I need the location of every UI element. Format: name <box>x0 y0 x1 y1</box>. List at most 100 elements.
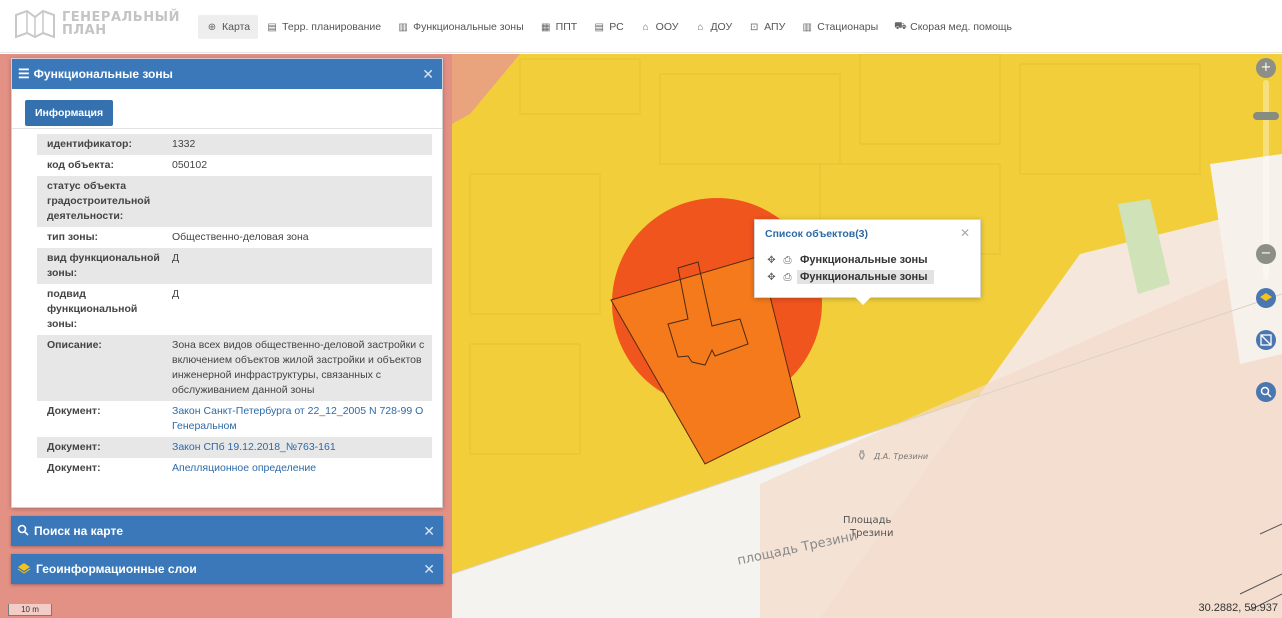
nav-item-label: Карта <box>222 21 251 33</box>
square-label-line1: Площадь <box>843 515 892 526</box>
globe-icon: ⊕ <box>207 21 217 33</box>
nav-item[interactable]: ▥ Функциональные зоны <box>389 15 532 39</box>
nav-item-label: Стационары <box>817 21 879 33</box>
attribute-value: 1332 <box>162 134 432 155</box>
layers-button[interactable] <box>1256 288 1276 308</box>
list-icon: ▤ <box>594 21 604 33</box>
attribute-key: вид функциональной зоны: <box>37 248 162 284</box>
move-icon[interactable]: ✥ <box>765 255 778 266</box>
attribute-key: тип зоны: <box>47 231 99 243</box>
popup-item-label[interactable]: Функциональные зоны <box>797 253 934 267</box>
popup-item-highlighted[interactable]: ✥ ⎙ Функциональные зоны <box>765 269 934 285</box>
nav-item[interactable]: ⌂ ДОУ <box>686 15 740 39</box>
kindergarten-icon: ⌂ <box>697 21 704 33</box>
map-scale: 10 m <box>8 604 52 616</box>
table-row: код объекта: 050102 <box>37 155 432 176</box>
nav-item-label: Скорая мед. помощь <box>910 21 1013 33</box>
nav-item-label: ООУ <box>655 21 679 33</box>
zoom-slider-handle[interactable] <box>1253 112 1279 120</box>
layers-panel-title: Геоинформационные слои <box>36 562 197 576</box>
attribute-value: Зона всех видов общественно-деловой заст… <box>162 335 432 401</box>
attribute-value: Закон СПб 19.12.2018_№763-161 <box>162 437 432 458</box>
clinic-icon: ⊡ <box>749 21 759 33</box>
logo[interactable]: ГЕНЕРАЛЬНЫЙ ПЛАН <box>14 9 180 39</box>
layers-panel-header[interactable]: Геоинформационные слои ✕ <box>11 554 443 584</box>
table-row: Документ: Апелляционное определение <box>37 458 432 479</box>
nav-item[interactable]: ▤ Терр. планирование <box>258 15 389 39</box>
attribute-value: 050102 <box>172 159 208 171</box>
zoom-out-button[interactable]: − <box>1256 244 1276 264</box>
attribute-key: Документ: <box>37 437 162 458</box>
nav-item[interactable]: ▥ Стационары <box>793 15 886 39</box>
ambulance-icon: ⛟ <box>894 20 907 32</box>
popup-item[interactable]: ✥ ⎙ Функциональные зоны <box>765 252 934 268</box>
print-icon[interactable]: ⎙ <box>781 272 794 283</box>
attribute-key: Описание: <box>37 335 162 401</box>
attribute-value: Апелляционное определение <box>162 458 432 479</box>
panel-title: Функциональные зоны <box>33 67 173 81</box>
nav-item[interactable]: ⛟ Скорая мед. помощь <box>886 15 1020 39</box>
table-row: тип зоны: Общественно-деловая зона <box>37 227 432 248</box>
attribute-key: код объекта: <box>47 159 114 171</box>
monument-label: Д.А. Трезини <box>874 452 929 461</box>
popup-item-label[interactable]: Функциональные зоны <box>797 270 934 284</box>
functional-zones-panel: ☰ Функциональные зоны ✕ Информация идент… <box>11 58 443 508</box>
nav-item-label: Терр. планирование <box>282 21 382 33</box>
measure-button[interactable] <box>1256 330 1276 350</box>
nav-item-label: Функциональные зоны <box>413 21 524 33</box>
table-row: подвид функциональной зоны: Д <box>37 284 432 335</box>
attribute-value: Д <box>172 288 180 300</box>
search-map-button[interactable] <box>1256 382 1276 402</box>
ruler-icon <box>1260 334 1272 346</box>
attribute-key: Документ: <box>47 462 101 474</box>
menu-icon: ☰ <box>18 66 30 81</box>
grid-icon: ▥ <box>398 21 408 33</box>
table-row: статус объекта градостроительной деятель… <box>37 176 432 227</box>
monument-marker[interactable]: ⚱ <box>856 448 868 464</box>
move-icon[interactable]: ✥ <box>765 272 778 283</box>
nav-item-label: АПУ <box>764 21 786 33</box>
logo-map-icon <box>15 9 55 39</box>
table-row: вид функциональной зоны: Д <box>37 248 432 284</box>
nav-item[interactable]: ⊡ АПУ <box>740 15 793 39</box>
document-link[interactable]: Закон СПб 19.12.2018_№763-161 <box>172 441 336 453</box>
attribute-key: подвид функциональной зоны: <box>47 288 138 330</box>
popup-title: Список объектов(3) <box>765 228 869 240</box>
close-icon[interactable]: ✕ <box>960 226 970 240</box>
attribute-value <box>162 176 432 227</box>
map-controls: + − <box>1253 58 1282 613</box>
info-scroll-area[interactable]: идентификатор: 1332 код объекта: 050102 стат… <box>12 129 442 507</box>
attribute-value: Общественно-деловая зона <box>172 231 309 243</box>
close-icon[interactable]: ✕ <box>423 561 435 578</box>
close-icon[interactable]: ✕ <box>422 66 434 83</box>
top-bar: ГЕНЕРАЛЬНЫЙ ПЛАН ⊕ Карта ▤ Терр. планирован… <box>0 0 1282 53</box>
main-nav: ⊕ Карта ▤ Терр. планирование ▥ Функциональные… <box>198 15 1020 39</box>
nav-item[interactable]: ▦ ППТ <box>532 15 586 39</box>
tab-information[interactable]: Информация <box>25 100 114 126</box>
print-icon[interactable]: ⎙ <box>781 255 794 266</box>
nav-item[interactable]: ⊕ Карта <box>198 15 259 39</box>
nav-item-label: РС <box>609 21 624 33</box>
institution-icon: ⌂ <box>642 21 649 33</box>
attribute-key: идентификатор: <box>37 134 162 155</box>
document-link[interactable]: Апелляционное определение <box>172 462 316 474</box>
panel-tabs: Информация <box>12 89 442 129</box>
table-row: Документ: Закон Санкт-Петербурга от 22_12… <box>37 401 432 437</box>
table-icon: ▦ <box>540 21 551 33</box>
table-row: Документ: Закон СПб 19.12.2018_№763-161 <box>37 437 432 458</box>
layers-icon <box>1260 293 1272 301</box>
document-link[interactable]: Закон Санкт-Петербурга от 22_12_2005 N 7… <box>172 405 423 432</box>
search-icon <box>17 524 29 539</box>
panel-header[interactable]: ☰ Функциональные зоны ✕ <box>12 59 442 89</box>
attribute-value: Закон Санкт-Петербурга от 22_12_2005 N 7… <box>162 401 432 437</box>
close-icon[interactable]: ✕ <box>423 523 435 540</box>
nav-item-label: ДОУ <box>710 21 733 33</box>
nav-item[interactable]: ▤ РС <box>585 15 631 39</box>
objects-list-popup: Список объектов(3) ✕ ✥ ⎙ Функциональные … <box>754 219 981 305</box>
search-icon <box>1260 386 1272 398</box>
hospital-icon: ▥ <box>802 21 812 33</box>
zoom-in-button[interactable]: + <box>1256 58 1276 78</box>
nav-item[interactable]: ⌂ ООУ <box>632 15 687 39</box>
search-panel-header[interactable]: Поиск на карте ✕ <box>11 516 443 546</box>
search-panel-title: Поиск на карте <box>34 524 124 538</box>
